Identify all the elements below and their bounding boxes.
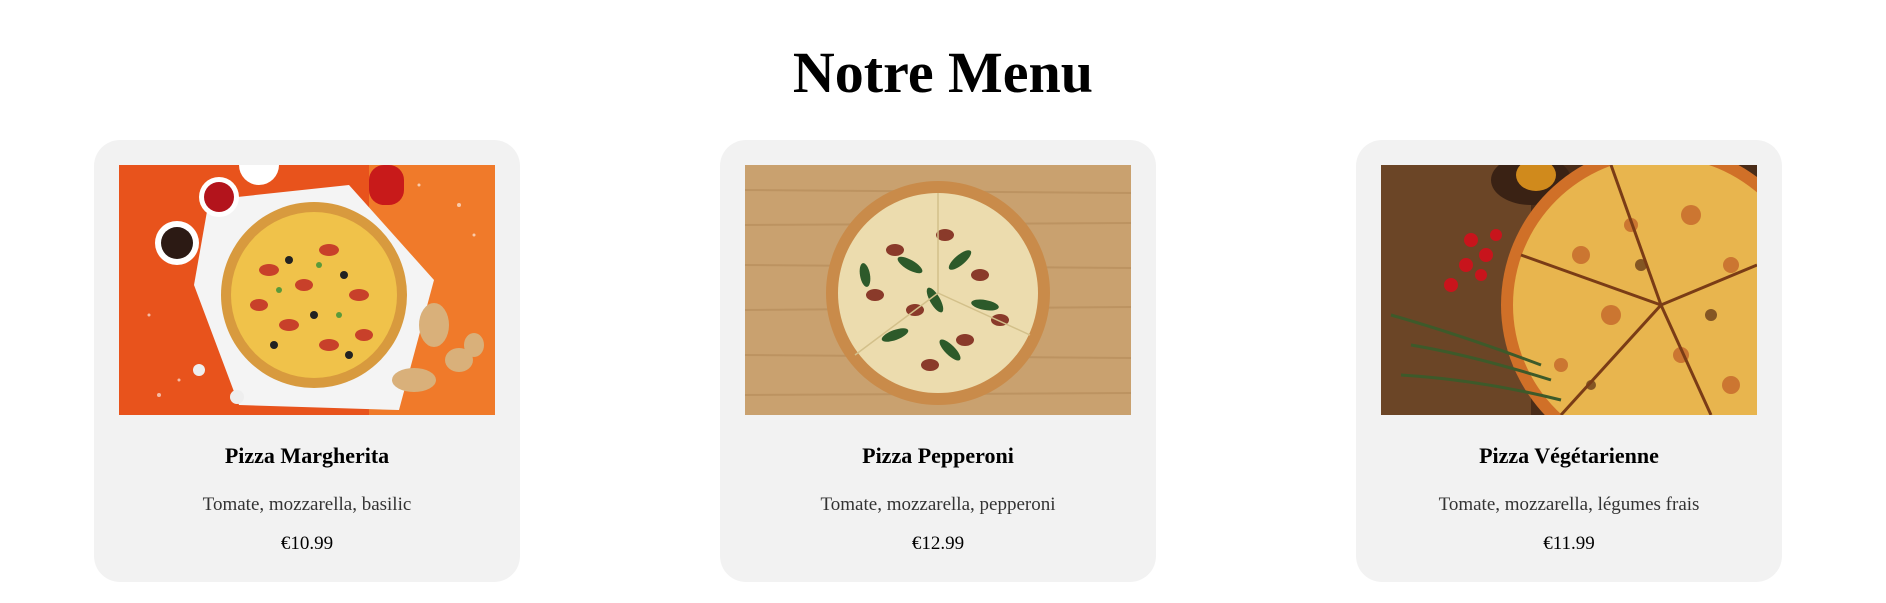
item-price: €11.99 — [1543, 533, 1595, 554]
item-price: €10.99 — [280, 533, 334, 554]
item-name: Pizza Margherita — [224, 443, 390, 468]
pizza-vegetarienne-photo — [1381, 165, 1757, 415]
item-description: Tomate, mozzarella, basilic — [202, 494, 412, 515]
pizza-margherita-photo — [119, 165, 495, 415]
item-description: Tomate, mozzarella, légumes frais — [1438, 494, 1700, 515]
item-name: Pizza Végétarienne — [1479, 443, 1659, 468]
item-price: €12.99 — [911, 533, 965, 554]
menu-card-margherita[interactable]: Pizza Margherita Tomate, mozzarella, bas… — [94, 140, 520, 582]
page-title: Notre Menu — [792, 40, 1094, 105]
menu-card-vegetarienne[interactable]: Pizza Végétarienne Tomate, mozzarella, l… — [1356, 140, 1782, 582]
item-description: Tomate, mozzarella, pepperoni — [820, 494, 1056, 515]
menu-page: Notre Menu Pizza Margherita Tomate, mozz… — [0, 0, 1886, 603]
item-name: Pizza Pepperoni — [862, 443, 1014, 468]
pizza-pepperoni-photo — [745, 165, 1131, 415]
menu-card-pepperoni[interactable]: Pizza Pepperoni Tomate, mozzarella, pepp… — [720, 140, 1156, 582]
